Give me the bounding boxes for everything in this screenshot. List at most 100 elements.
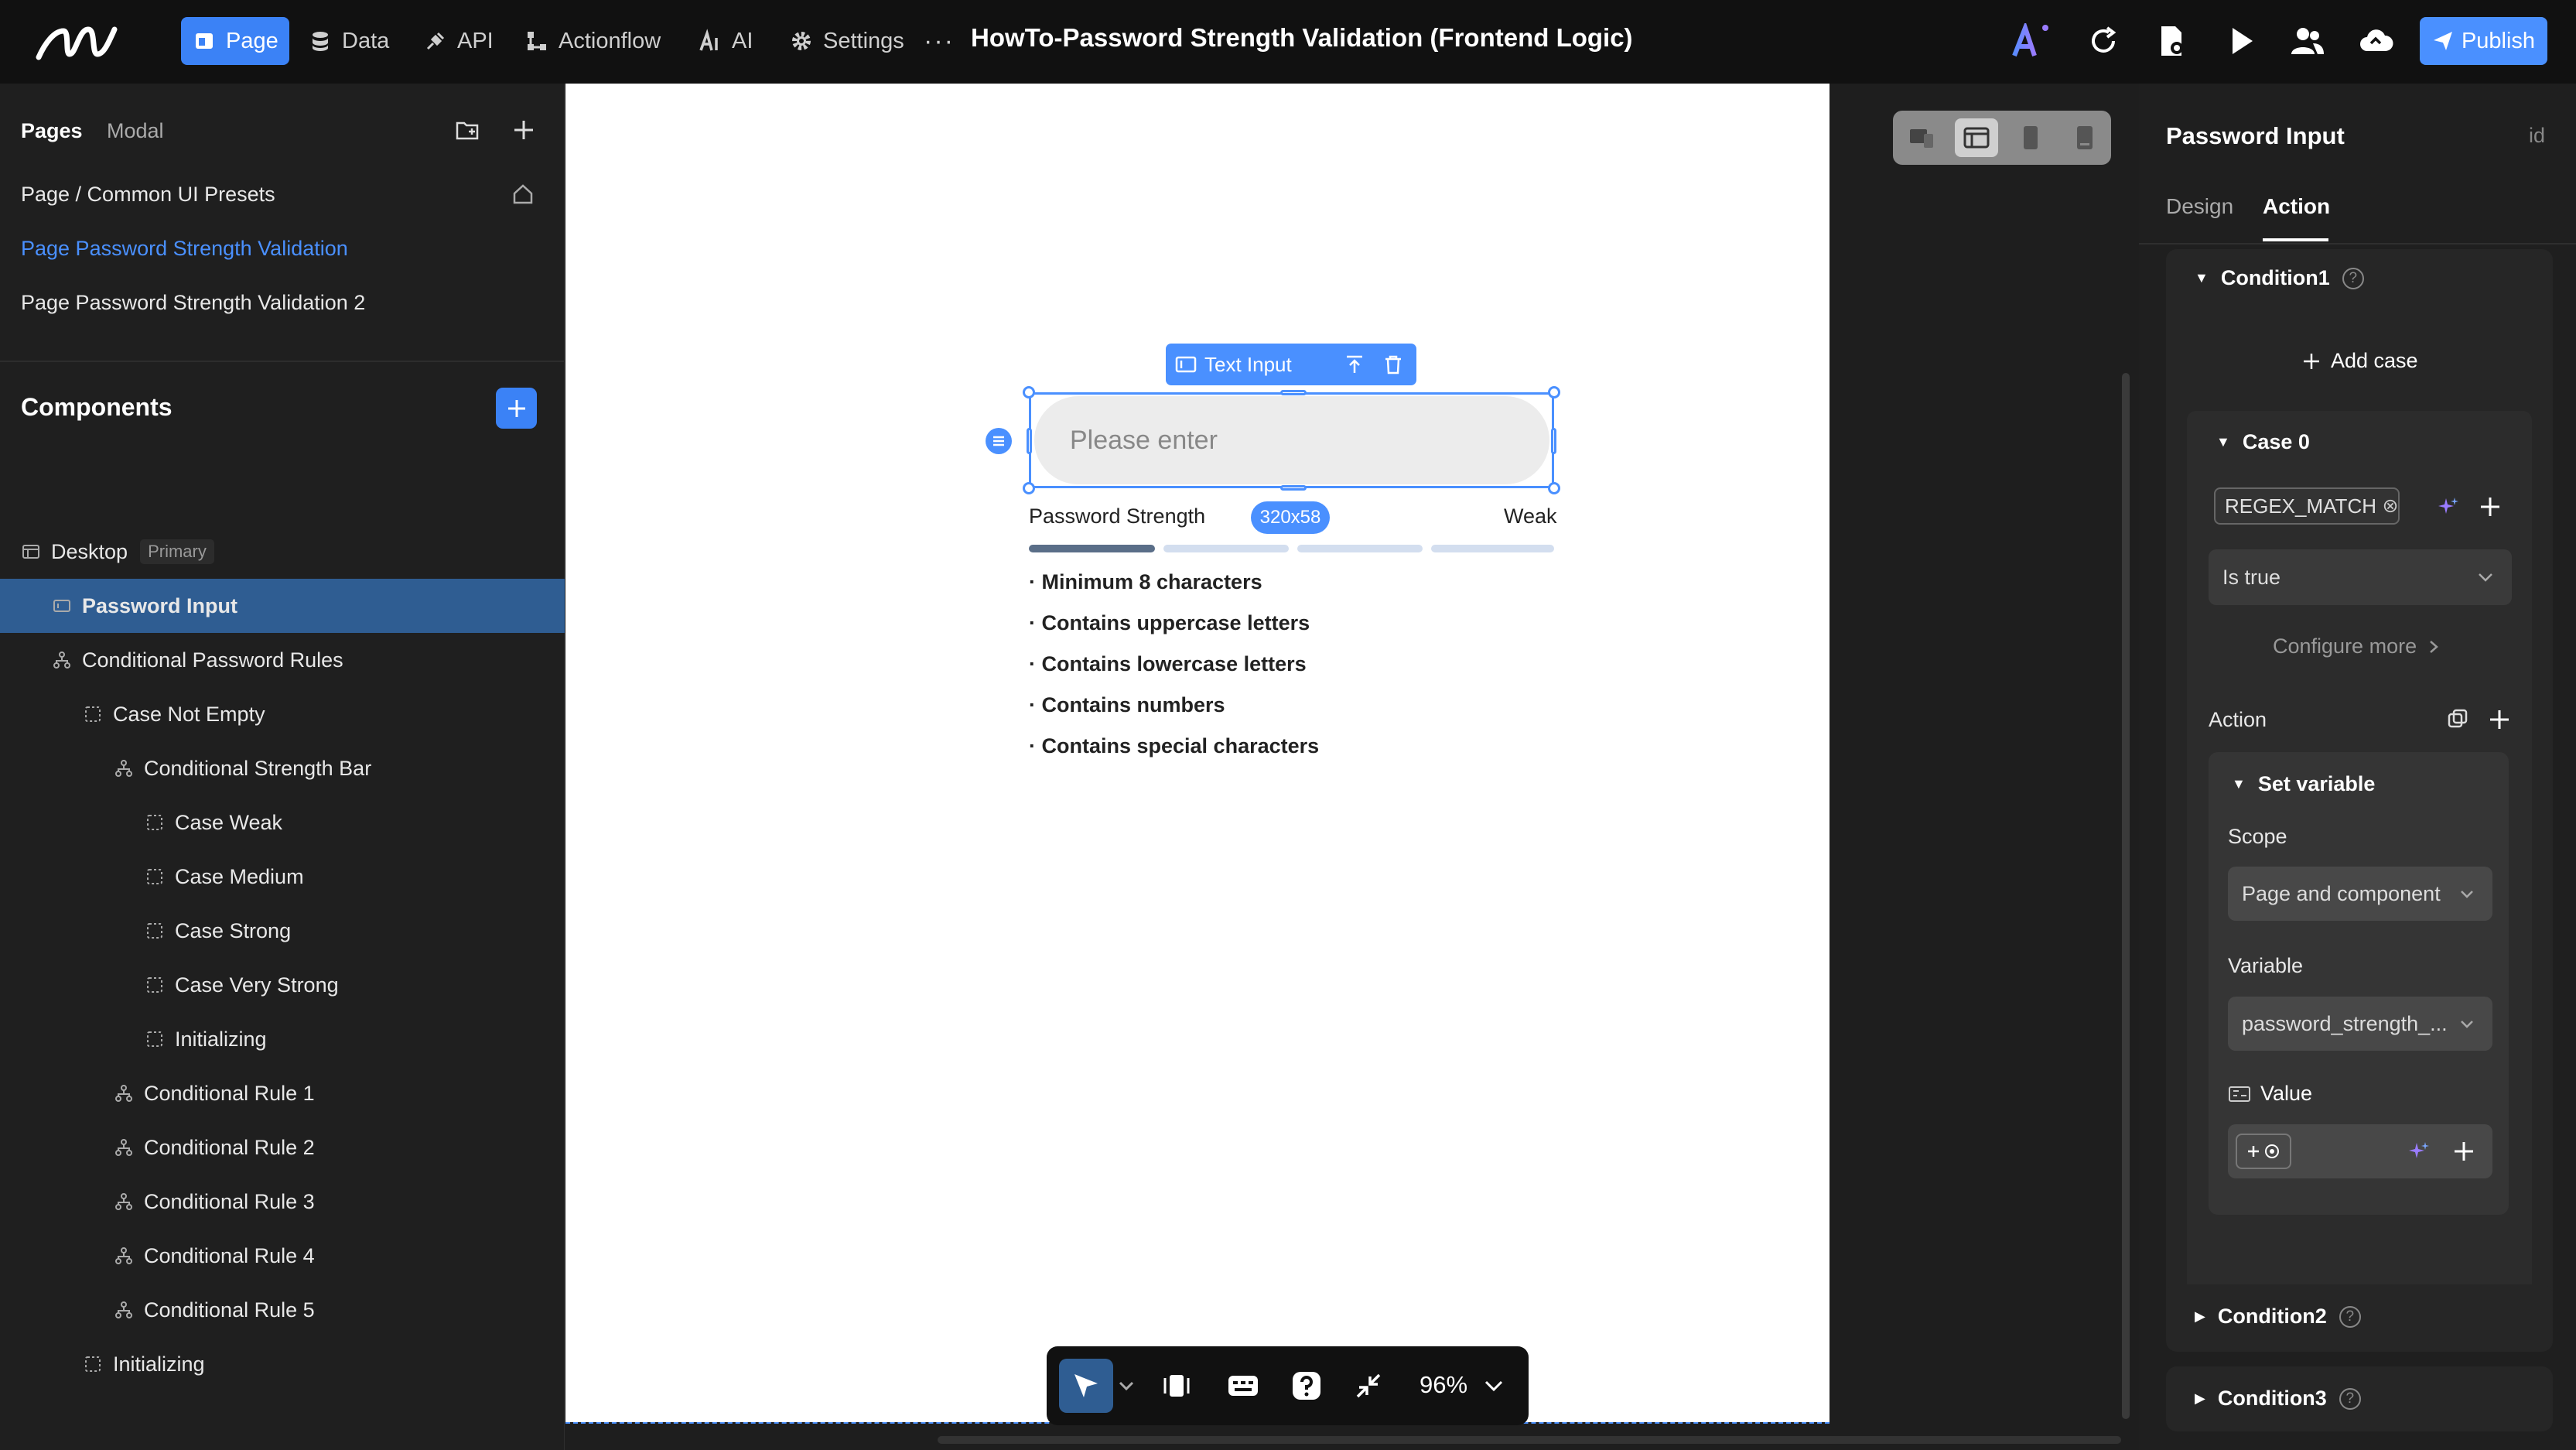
cursor-icon (1074, 1374, 1098, 1397)
cloud-sync-icon[interactable] (2358, 23, 2393, 59)
rule-special: · Contains special characters (1029, 734, 1320, 757)
plus-icon (507, 399, 525, 417)
zoom-level[interactable]: 96% (1420, 1371, 1467, 1399)
select-tool-button[interactable] (1059, 1359, 1113, 1413)
add-value-icon[interactable] (2452, 1140, 2475, 1163)
more-menu[interactable]: ··· (913, 17, 965, 65)
id-label[interactable]: id (2529, 124, 2545, 148)
page-item-password-strength-2[interactable]: Page Password Strength Validation 2 (21, 291, 365, 315)
tree-item[interactable]: Initializing (0, 1012, 565, 1066)
tree-item[interactable]: Initializing (0, 1337, 565, 1391)
layout-menu-handle[interactable] (986, 428, 1012, 454)
nav-data[interactable]: Data (297, 17, 400, 65)
condition2-header[interactable]: ▶ Condition2 ? (2195, 1305, 2361, 1329)
add-page-icon[interactable] (511, 118, 536, 142)
tree-item[interactable]: Case Weak (0, 795, 565, 850)
users-icon[interactable] (2290, 23, 2325, 59)
tree-item[interactable]: Conditional Rule 5 (0, 1283, 565, 1337)
frame-tool-button[interactable] (1156, 1366, 1197, 1406)
refresh-icon[interactable] (2086, 23, 2121, 59)
tree-item[interactable]: Password Input (0, 579, 565, 633)
page-item-common-ui[interactable]: Page / Common UI Presets (21, 183, 275, 207)
tab-modal[interactable]: Modal (107, 119, 164, 143)
caret-down-icon: ▼ (2216, 434, 2230, 450)
comparison-select[interactable]: Is true (2209, 549, 2512, 605)
ai-sparkle-icon[interactable] (2437, 495, 2460, 518)
variable-select[interactable]: password_strength_... (2228, 997, 2492, 1051)
canvas-horizontal-scrollbar[interactable] (938, 1436, 2121, 1444)
regex-match-chip[interactable]: REGEX_MATCH (2214, 487, 2400, 525)
comment-tool-button[interactable] (1223, 1366, 1263, 1406)
resize-handle-tr[interactable] (1548, 386, 1560, 398)
tree-item[interactable]: Case Not Empty (0, 687, 565, 741)
collapse-button[interactable] (1348, 1366, 1389, 1406)
nav-page[interactable]: Page (181, 17, 289, 65)
add-component-button[interactable] (496, 388, 537, 429)
tree-item[interactable]: Conditional Password Rules (0, 633, 565, 687)
resize-handle-right[interactable] (1551, 428, 1556, 454)
tab-design[interactable]: Design (2166, 194, 2233, 219)
resize-handle-br[interactable] (1548, 482, 1560, 494)
set-variable-header[interactable]: ▼ Set variable (2232, 772, 2375, 796)
play-icon[interactable] (2223, 23, 2259, 59)
case-icon (147, 1031, 162, 1047)
tree-item[interactable]: Conditional Rule 1 (0, 1066, 565, 1120)
device-desktop-button[interactable] (1955, 118, 1998, 157)
app-logo[interactable] (34, 20, 119, 63)
tree-item[interactable]: Case Medium (0, 850, 565, 904)
condition3-header[interactable]: ▶ Condition3 ? (2195, 1387, 2361, 1411)
copy-action-icon[interactable] (2446, 708, 2469, 731)
tree-item-label: Password Input (82, 593, 238, 617)
ai-sparkle-icon[interactable] (2407, 1140, 2431, 1163)
resize-handle-left[interactable] (1027, 428, 1032, 454)
help-icon[interactable]: ? (2342, 267, 2364, 289)
publish-button[interactable]: Publish (2420, 17, 2547, 65)
insert-variable-button[interactable] (2236, 1134, 2291, 1169)
move-to-top-icon[interactable] (1344, 354, 1365, 375)
case0-header[interactable]: ▼ Case 0 (2216, 430, 2310, 454)
device-responsive-button[interactable] (1901, 118, 1944, 157)
add-folder-icon[interactable] (455, 118, 480, 142)
tab-action[interactable]: Action (2263, 194, 2330, 219)
tree-item[interactable]: Conditional Strength Bar (0, 741, 565, 795)
rule-numbers: · Contains numbers (1029, 693, 1225, 716)
chevron-down-icon[interactable] (1118, 1379, 1135, 1393)
configure-more-link[interactable]: Configure more (2273, 634, 2440, 658)
help-icon[interactable]: ? (2339, 1305, 2361, 1328)
help-icon[interactable]: ? (2339, 1387, 2361, 1410)
remove-chip-icon[interactable] (2383, 498, 2398, 515)
document-settings-icon[interactable] (2154, 23, 2189, 59)
resize-handle-bl[interactable] (1023, 482, 1035, 494)
nav-api[interactable]: API (412, 17, 504, 65)
help-button[interactable] (1286, 1366, 1327, 1406)
tree-item[interactable]: Case Strong (0, 904, 565, 958)
add-case-button[interactable]: Add case (2301, 349, 2418, 373)
tree-item[interactable]: Case Very Strong (0, 958, 565, 1012)
tree-item[interactable]: Conditional Rule 4 (0, 1229, 565, 1283)
delete-icon[interactable] (1382, 354, 1404, 375)
scope-select[interactable]: Page and component (2228, 867, 2492, 921)
condition1-header[interactable]: ▼ Condition1 ? (2195, 266, 2364, 290)
home-icon[interactable] (511, 183, 535, 206)
canvas-vertical-scrollbar[interactable] (2122, 373, 2130, 1419)
add-action-icon[interactable] (2488, 708, 2511, 731)
device-mobile-button[interactable] (2063, 118, 2106, 157)
nav-actionflow[interactable]: Actionflow (514, 17, 671, 65)
ai-assistant-icon[interactable] (2011, 23, 2056, 59)
add-condition-icon[interactable] (2479, 495, 2502, 518)
tree-item[interactable]: Conditional Rule 2 (0, 1120, 565, 1175)
tree-item[interactable]: Desktop Primary (0, 525, 565, 579)
value-input[interactable] (2228, 1124, 2492, 1178)
tree-item[interactable]: Conditional Rule 3 (0, 1175, 565, 1229)
zoom-chevron-down-icon[interactable] (1484, 1377, 1504, 1394)
nav-settings[interactable]: Settings (778, 17, 915, 65)
page-item-password-strength[interactable]: Page Password Strength Validation (21, 237, 348, 261)
tab-pages[interactable]: Pages (21, 119, 83, 143)
nav-ai[interactable]: AI (687, 17, 764, 65)
resize-handle-tl[interactable] (1023, 386, 1035, 398)
resize-handle-bottom[interactable] (1280, 485, 1307, 491)
resize-handle-top[interactable] (1280, 390, 1307, 395)
password-input[interactable]: Please enter (1034, 396, 1549, 484)
flow-icon (528, 32, 546, 50)
device-tablet-button[interactable] (2009, 118, 2052, 157)
